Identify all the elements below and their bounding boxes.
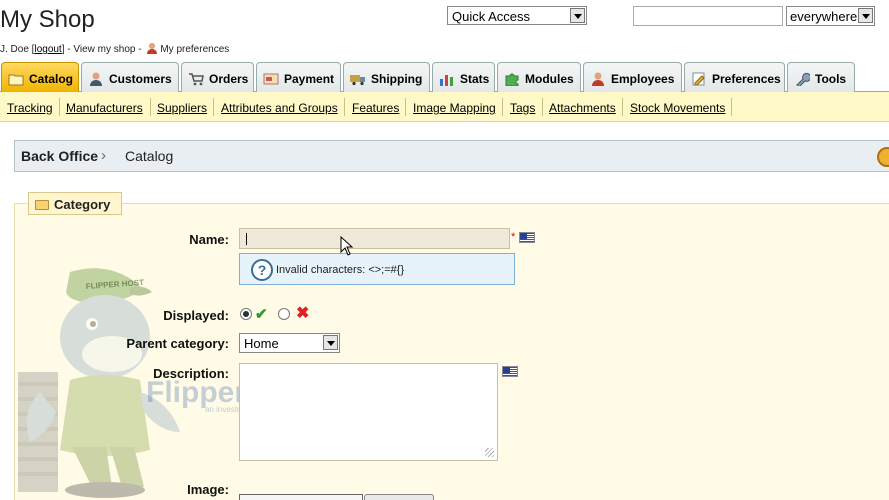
main-tabs: Catalog Customers Orders Payment Shippin…: [0, 62, 889, 92]
resize-handle-icon[interactable]: [485, 448, 494, 457]
subnav-manufacturers[interactable]: Manufacturers: [66, 101, 143, 115]
image-file-input[interactable]: [239, 494, 363, 500]
required-marker: *: [511, 231, 516, 243]
divider: [405, 98, 406, 116]
question-icon: ?: [251, 259, 273, 281]
subnav-suppliers[interactable]: Suppliers: [157, 101, 207, 115]
divider: [622, 98, 623, 116]
breadcrumb: Back Office › Catalog: [14, 140, 889, 172]
tab-employees[interactable]: Employees: [583, 62, 682, 92]
parent-category-select[interactable]: Home: [239, 333, 340, 353]
parent-category-label: Parent category:: [126, 336, 229, 351]
tab-label: Modules: [525, 72, 574, 86]
displayed-yes-radio[interactable]: [240, 308, 252, 320]
catalog-subnav: Tracking Manufacturers Suppliers Attribu…: [0, 92, 889, 122]
logout-link[interactable]: logout: [34, 44, 61, 55]
text-caret: [246, 233, 247, 245]
tab-tools[interactable]: Tools: [787, 62, 855, 92]
tab-stats[interactable]: Stats: [432, 62, 495, 92]
user-prefix: J. Doe [: [0, 44, 35, 55]
tab-label: Payment: [284, 72, 335, 86]
tab-label: Customers: [109, 72, 172, 86]
checkmark-icon: ✔: [255, 306, 268, 323]
divider: [502, 98, 503, 116]
description-textarea[interactable]: [239, 363, 498, 461]
search-scope-select[interactable]: everywhere: [786, 6, 875, 26]
tab-payment[interactable]: Payment: [256, 62, 341, 92]
truck-icon: [350, 75, 365, 86]
tab-label: Shipping: [371, 72, 423, 86]
description-label: Description:: [153, 366, 229, 381]
us-flag-icon[interactable]: [519, 232, 535, 243]
my-preferences-link[interactable]: My preferences: [160, 44, 229, 55]
breadcrumb-home[interactable]: Back Office: [21, 148, 98, 164]
mouse-cursor-icon: [340, 236, 354, 256]
tab-orders[interactable]: Orders: [181, 62, 254, 92]
quick-access-select[interactable]: Quick Access: [447, 6, 587, 25]
displayed-no-radio[interactable]: [278, 308, 290, 320]
chevron-down-icon[interactable]: [570, 8, 585, 23]
divider: [731, 98, 732, 116]
divider: [59, 98, 60, 116]
cart-icon: [189, 73, 204, 86]
name-label: Name:: [189, 232, 229, 247]
subnav-image-mapping[interactable]: Image Mapping: [413, 101, 496, 115]
us-flag-icon[interactable]: [502, 366, 518, 377]
chevron-down-icon[interactable]: [323, 335, 338, 350]
divider: [213, 98, 214, 116]
stats-icon: [440, 75, 453, 86]
name-input[interactable]: [239, 228, 510, 249]
wrench-icon: [796, 72, 810, 86]
payment-icon: [263, 73, 279, 85]
tab-label: Employees: [611, 72, 675, 86]
browse-button[interactable]: [364, 494, 434, 500]
shop-title: My Shop: [0, 6, 95, 33]
subnav-attachments[interactable]: Attachments: [549, 101, 616, 115]
tab-modules[interactable]: Modules: [497, 62, 581, 92]
user-line: J. Doe [logout] - View my shop - My pref…: [0, 42, 229, 55]
displayed-label: Displayed:: [163, 308, 229, 323]
tab-label: Stats: [460, 72, 490, 86]
divider: [542, 98, 543, 116]
divider: [150, 98, 151, 116]
parent-category-value: Home: [244, 336, 279, 351]
subnav-attributes-groups[interactable]: Attributes and Groups: [221, 101, 338, 115]
header: My Shop J. Doe [logout] - View my shop -…: [0, 0, 889, 62]
customers-icon: [90, 72, 102, 86]
puzzle-icon: [505, 73, 519, 86]
help-icon[interactable]: [877, 147, 889, 167]
tab-label: Preferences: [712, 72, 781, 86]
user-icon: [147, 43, 158, 54]
subnav-stock-movements[interactable]: Stock Movements: [630, 101, 725, 115]
subnav-tags[interactable]: Tags: [510, 101, 535, 115]
subnav-tracking[interactable]: Tracking: [7, 101, 53, 115]
breadcrumb-current: Catalog: [125, 148, 174, 164]
chevron-right-icon: ›: [101, 147, 106, 164]
category-legend: Category: [28, 192, 122, 215]
chevron-down-icon[interactable]: [858, 8, 873, 23]
user-middle: ] - View my shop -: [61, 44, 142, 55]
catalog-icon: [8, 74, 24, 86]
tab-label: Catalog: [29, 72, 74, 86]
legend-label: Category: [54, 197, 111, 212]
employee-icon: [592, 72, 604, 86]
search-input[interactable]: [633, 6, 783, 26]
quick-access-value: Quick Access: [452, 9, 531, 24]
cross-icon: ✖: [296, 305, 310, 322]
name-hint-text: Invalid characters: <>;=#{}: [276, 264, 405, 276]
tab-preferences[interactable]: Preferences: [684, 62, 785, 92]
name-hint-box: ? Invalid characters: <>;=#{}: [239, 253, 515, 285]
tab-label: Orders: [209, 72, 249, 86]
divider: [344, 98, 345, 116]
preferences-icon: [692, 72, 705, 86]
tab-shipping[interactable]: Shipping: [343, 62, 430, 92]
image-label: Image:: [187, 482, 229, 497]
subnav-features[interactable]: Features: [352, 101, 399, 115]
tab-catalog[interactable]: Catalog: [1, 62, 79, 92]
folder-icon: [35, 200, 49, 210]
search-scope-value: everywhere: [790, 9, 858, 24]
tab-label: Tools: [815, 72, 847, 86]
tab-customers[interactable]: Customers: [81, 62, 179, 92]
